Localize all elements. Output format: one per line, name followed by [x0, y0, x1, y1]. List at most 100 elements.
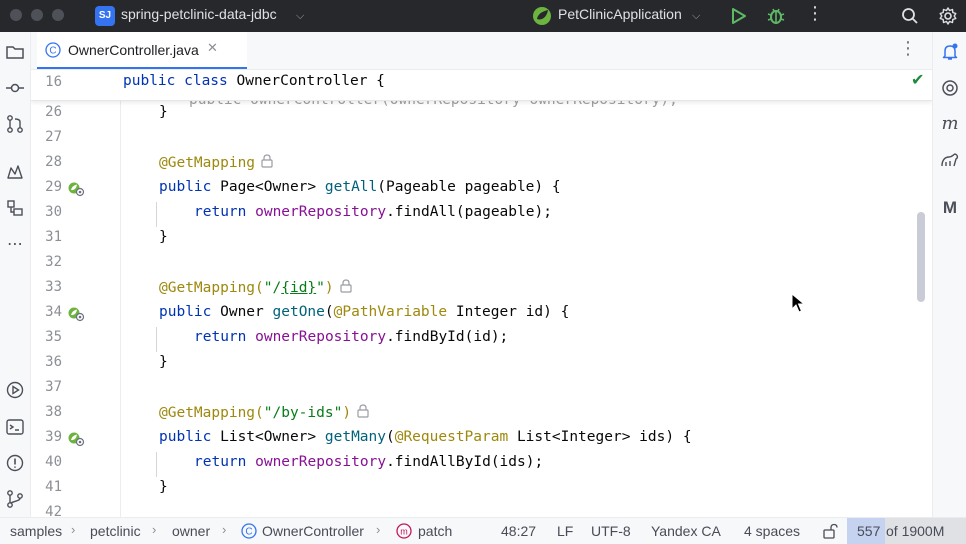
endpoint-gutter-icon[interactable]: [67, 306, 85, 322]
chevron-down-icon[interactable]: ⌵: [692, 9, 700, 23]
code-text: return ownerRepository.findAllById(ids);: [194, 454, 544, 470]
structure-icon[interactable]: [5, 198, 25, 218]
commit-icon[interactable]: [5, 78, 25, 98]
breadcrumb-item[interactable]: owner: [172, 523, 210, 539]
close-icon[interactable]: ✕: [207, 41, 218, 56]
line-number: 27: [45, 129, 62, 145]
code-line: 28 @GetMapping: [31, 152, 932, 177]
breadcrumb-item[interactable]: patch: [418, 523, 452, 539]
indent-guide: [156, 202, 157, 227]
window-zoom-button[interactable]: [52, 9, 64, 21]
code-text: return ownerRepository.findAll(pageable)…: [194, 204, 552, 220]
line-number: 38: [45, 404, 62, 420]
line-number: 41: [45, 479, 62, 495]
window-minimize-button[interactable]: [31, 9, 43, 21]
chevron-down-icon[interactable]: ⌵: [296, 9, 304, 23]
line-number: 28: [45, 154, 62, 170]
endpoint-gutter-icon[interactable]: [67, 431, 85, 447]
lock-icon[interactable]: [261, 154, 273, 168]
chevron-right-icon: ›: [152, 522, 157, 537]
code-text: public Page<Owner> getAll(Pageable pagea…: [159, 179, 561, 195]
project-name[interactable]: spring-petclinic-data-jdbc: [121, 6, 277, 22]
window-close-button[interactable]: [10, 9, 22, 21]
line-number: 34: [45, 304, 62, 320]
java-class-icon: C: [45, 42, 61, 58]
method-icon: m: [396, 523, 412, 539]
line-number: 29: [45, 179, 62, 195]
code-line: 32: [31, 252, 932, 277]
more-actions-icon[interactable]: ⋮: [806, 5, 824, 26]
tab-label: OwnerController.java: [68, 42, 199, 58]
mouse-cursor-icon: [791, 293, 805, 313]
endpoint-gutter-icon[interactable]: [67, 181, 85, 197]
line-number: 31: [45, 229, 62, 245]
ai-assistant-icon[interactable]: [940, 78, 960, 98]
breadcrumb-item[interactable]: OwnerController: [262, 523, 364, 539]
project-folder-icon[interactable]: [5, 42, 25, 62]
git-icon[interactable]: [5, 489, 25, 509]
line-number: 42: [45, 504, 62, 517]
terminal-icon[interactable]: [5, 417, 25, 437]
chevron-right-icon: ›: [71, 522, 76, 537]
services-icon[interactable]: [5, 380, 25, 400]
inspection-ok-icon[interactable]: ✔: [911, 70, 924, 89]
spring-logo-icon: [533, 7, 551, 25]
title-bar: SJ spring-petclinic-data-jdbc ⌵ PetClini…: [0, 0, 966, 32]
pull-requests-icon[interactable]: [5, 114, 25, 134]
search-icon[interactable]: [900, 6, 920, 26]
indent-setting[interactable]: 4 spaces: [744, 523, 800, 539]
gear-icon[interactable]: [938, 6, 958, 26]
code-style[interactable]: Yandex CA: [651, 523, 721, 539]
unlock-icon[interactable]: [822, 523, 838, 539]
code-line: 39 public List<Owner> getMany(@RequestPa…: [31, 427, 932, 452]
code-line: 30 return ownerRepository.findAll(pageab…: [31, 202, 932, 227]
debug-bug-icon[interactable]: [766, 6, 786, 26]
line-number: 30: [45, 204, 62, 220]
lock-icon[interactable]: [357, 404, 369, 418]
caret-position[interactable]: 48:27: [501, 523, 536, 539]
more-tools-icon[interactable]: ⋯: [5, 234, 25, 254]
indent-guide: [156, 452, 157, 477]
line-number: 26: [45, 104, 62, 120]
code-text: public List<Owner> getMany(@RequestParam…: [159, 429, 692, 445]
memory-used: 557: [857, 523, 881, 539]
line-number: 40: [45, 454, 62, 470]
spring-structure-icon[interactable]: [5, 162, 25, 182]
line-number: 16: [45, 74, 62, 90]
line-number: 36: [45, 354, 62, 370]
markdown-icon[interactable]: M: [940, 198, 960, 218]
code-line: 37: [31, 377, 932, 402]
chevron-right-icon: ›: [222, 522, 227, 537]
editor-tab-bar: C OwnerController.java ✕ ⋮: [31, 32, 932, 70]
breadcrumb-item[interactable]: petclinic: [90, 523, 141, 539]
gradle-icon[interactable]: [940, 150, 960, 170]
svg-text:m: m: [400, 527, 408, 537]
indent-guide: [156, 327, 157, 352]
tab-options-icon[interactable]: ⋮: [899, 40, 917, 58]
left-tool-strip: ⋯: [0, 32, 31, 517]
status-bar: samples › petclinic › owner › C OwnerCon…: [0, 517, 966, 544]
run-configuration-selector[interactable]: PetClinicApplication: [558, 6, 682, 22]
tab-owner-controller[interactable]: C OwnerController.java ✕: [37, 32, 247, 69]
notifications-bell-icon[interactable]: [940, 42, 960, 62]
lock-icon[interactable]: [340, 279, 352, 293]
line-number: 35: [45, 329, 62, 345]
sticky-header[interactable]: 16 public class OwnerController {: [31, 70, 932, 101]
code-text: @GetMapping: [159, 154, 273, 171]
code-text: }: [159, 479, 168, 495]
editor-scrollbar[interactable]: [917, 212, 925, 302]
code-text: public Owner getOne(@PathVariable Intege…: [159, 304, 570, 320]
file-encoding[interactable]: UTF-8: [591, 523, 631, 539]
code-line: 42: [31, 502, 932, 517]
code-line: 36 }: [31, 352, 932, 377]
code-line: 27: [31, 127, 932, 152]
problems-icon[interactable]: [5, 453, 25, 473]
line-separator[interactable]: LF: [557, 523, 573, 539]
code-line: 41 }: [31, 477, 932, 502]
code-text: @GetMapping("/{id}"): [159, 279, 352, 296]
run-icon[interactable]: [728, 6, 748, 26]
project-badge[interactable]: SJ: [95, 6, 115, 26]
maven-icon[interactable]: m: [940, 114, 960, 134]
code-line: 31 }: [31, 227, 932, 252]
breadcrumb-item[interactable]: samples: [10, 523, 62, 539]
